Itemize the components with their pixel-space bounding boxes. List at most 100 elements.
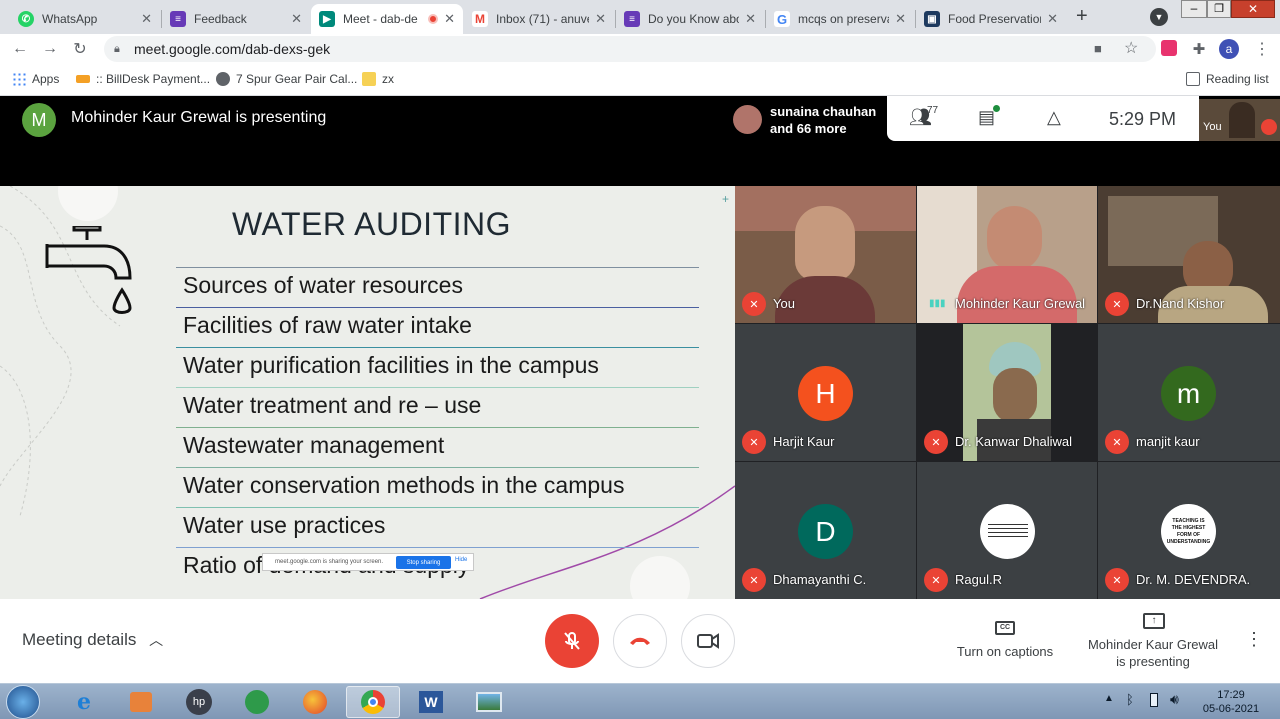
tab-do-you-know[interactable]: ≡ Do you Know abo ✕ [616, 4, 764, 34]
bookmark-billdesk[interactable]: :: BillDesk Payment... [76, 72, 210, 86]
reading-list-button[interactable]: Reading list [1186, 72, 1269, 86]
bookmarks-bar: Apps :: BillDesk Payment... 7 Spur Gear … [0, 64, 1280, 96]
chip-line-1: sunaina chauhan [770, 104, 877, 119]
restore-button[interactable]: ❐ [1207, 0, 1231, 18]
hide-button[interactable]: Hide [455, 557, 467, 563]
minimize-button[interactable]: – [1181, 0, 1207, 18]
close-icon[interactable]: ✕ [141, 11, 152, 27]
hang-up-icon [630, 637, 650, 645]
taskbar-pictures[interactable] [462, 686, 516, 718]
meeting-details-button[interactable]: Meeting details ︿ [22, 630, 163, 650]
close-icon[interactable]: ✕ [1047, 11, 1058, 27]
participant-tile[interactable]: ✕ Ragul.R [917, 462, 1097, 599]
tab-gmail[interactable]: M Inbox (71) - anuve ✕ [464, 4, 614, 34]
self-view-thumbnail[interactable]: You [1199, 99, 1280, 141]
menu-kebab-icon[interactable]: ⋮ [1252, 39, 1272, 59]
tab-search-icon[interactable]: ▼ [1150, 8, 1168, 26]
close-icon[interactable]: ✕ [444, 11, 455, 27]
bookmark-label: 7 Spur Gear Pair Cal... [236, 72, 358, 86]
word-icon: W [419, 691, 443, 713]
bookmark-star-icon[interactable]: ☆ [1124, 36, 1138, 62]
participants-chip[interactable]: sunaina chauhan and 66 more [725, 98, 887, 140]
more-options-icon[interactable]: ⋮ [1245, 629, 1263, 650]
camera-in-use-icon[interactable]: ■ [1094, 36, 1102, 62]
participant-tile[interactable]: ✕ Dr. Kanwar Dhaliwal [917, 324, 1097, 461]
close-icon[interactable]: ✕ [595, 11, 606, 27]
tab-label: WhatsApp [42, 12, 98, 26]
taskbar-media-player[interactable] [114, 686, 168, 718]
bookmark-label: :: BillDesk Payment... [96, 72, 211, 86]
start-button[interactable] [6, 685, 40, 719]
participant-name: Dr.Nand Kishor [1136, 296, 1225, 311]
participant-name: Mohinder Kaur Grewal [955, 296, 1086, 311]
tab-meet[interactable]: ▶ Meet - dab-de ✕ [311, 4, 463, 34]
battery-icon[interactable] [1150, 693, 1158, 707]
mic-off-icon: ✕ [742, 568, 766, 592]
present-status-button[interactable]: Mohinder Kaur Grewal is presenting [1083, 636, 1223, 670]
back-icon[interactable]: ← [10, 39, 30, 59]
close-window-button[interactable]: ✕ [1231, 0, 1275, 18]
participant-tile[interactable]: m ✕ manjit kaur [1098, 324, 1280, 461]
self-silhouette [1229, 102, 1255, 138]
activities-icon[interactable]: △ [1047, 107, 1061, 128]
tab-whatsapp[interactable]: ✆ WhatsApp ✕ [10, 4, 160, 34]
close-icon[interactable]: ✕ [745, 11, 756, 27]
tab-feedback[interactable]: ≡ Feedback ✕ [162, 4, 310, 34]
participant-tile[interactable]: ✕ You [735, 186, 916, 323]
profile-avatar[interactable]: a [1219, 39, 1239, 59]
captions-button[interactable]: Turn on captions [950, 644, 1060, 659]
taskbar-word[interactable]: W [404, 686, 458, 718]
participant-tile[interactable]: TEACHING IS THE HIGHEST FORM OF UNDERSTA… [1098, 462, 1280, 599]
mic-off-icon: ✕ [1105, 430, 1129, 454]
lock-icon: 🔒︎ [114, 43, 120, 55]
media-player-icon [130, 692, 152, 712]
bookmark-zx[interactable]: zx [362, 72, 394, 86]
slide-item: Water treatment and re – use [183, 392, 482, 418]
bookmark-label: Apps [32, 72, 60, 86]
forward-icon[interactable]: → [40, 39, 60, 59]
taskbar-network-app[interactable] [230, 686, 284, 718]
mic-toggle-button[interactable] [545, 614, 599, 668]
taskbar-internet-explorer[interactable]: e [57, 686, 111, 718]
tab-food-preservation[interactable]: ▣ Food Preservation ✕ [916, 4, 1066, 34]
slide-item: Wastewater management [183, 432, 445, 458]
new-tab-button[interactable]: + [1076, 5, 1088, 28]
screen-share-notice: meet.google.com is sharing your screen. … [262, 553, 474, 571]
google-icon: G [774, 11, 790, 27]
participant-tile[interactable]: ▮▮▮ Mohinder Kaur Grewal [917, 186, 1097, 323]
bookmark-spur-gear[interactable]: 7 Spur Gear Pair Cal... [216, 72, 357, 86]
participant-tile[interactable]: ✕ Dr.Nand Kishor [1098, 186, 1280, 323]
taskbar-chrome[interactable] [346, 686, 400, 718]
leave-call-button[interactable] [613, 614, 667, 668]
extensions-puzzle-icon[interactable]: ✚ [1189, 39, 1209, 59]
taskbar-firefox[interactable] [288, 686, 342, 718]
windows-taskbar: e hp W ▲ ᛒ 🔊︎ 17:29 05-06-2021 [0, 683, 1280, 719]
tab-google-search[interactable]: G mcqs on preservat ✕ [766, 4, 914, 34]
tray-expand-icon[interactable]: ▲ [1104, 693, 1114, 704]
close-icon[interactable]: ✕ [291, 11, 302, 27]
tray-clock[interactable]: 17:29 05-06-2021 [1196, 688, 1266, 716]
bookmark-apps[interactable]: Apps [12, 72, 59, 86]
participant-tile[interactable]: D ✕ Dhamayanthi C. [735, 462, 916, 599]
participant-name: Dr. Kanwar Dhaliwal [955, 434, 1073, 449]
camera-toggle-button[interactable] [681, 614, 735, 668]
taskbar-hp[interactable]: hp [172, 686, 226, 718]
photo-viewer-icon [476, 692, 502, 712]
extension-home-icon[interactable] [1161, 40, 1177, 56]
slide-item: Water purification facilities in the cam… [183, 352, 599, 378]
stop-sharing-button[interactable]: Stop sharing [396, 556, 451, 569]
volume-icon[interactable]: 🔊︎ [1170, 691, 1179, 708]
present-screen-icon[interactable]: ↑ [1143, 613, 1165, 629]
address-bar[interactable]: 🔒︎ meet.google.com/dab-dexs-gek ■ ☆ [104, 36, 1156, 62]
mic-off-icon [1261, 119, 1277, 135]
mic-off-icon: ✕ [1105, 568, 1129, 592]
slide-item: Sources of water resources [183, 272, 463, 298]
participant-tile[interactable]: H ✕ Harjit Kaur [735, 324, 916, 461]
internet-explorer-icon: e [77, 689, 91, 715]
presenting-label: Mohinder Kaur Grewal is presenting [71, 109, 327, 126]
captions-icon[interactable]: CC [995, 621, 1015, 635]
reload-icon[interactable]: ↻ [70, 39, 90, 59]
close-icon[interactable]: ✕ [895, 11, 906, 27]
slide-divider [176, 547, 699, 548]
bluetooth-icon[interactable]: ᛒ [1126, 692, 1134, 707]
